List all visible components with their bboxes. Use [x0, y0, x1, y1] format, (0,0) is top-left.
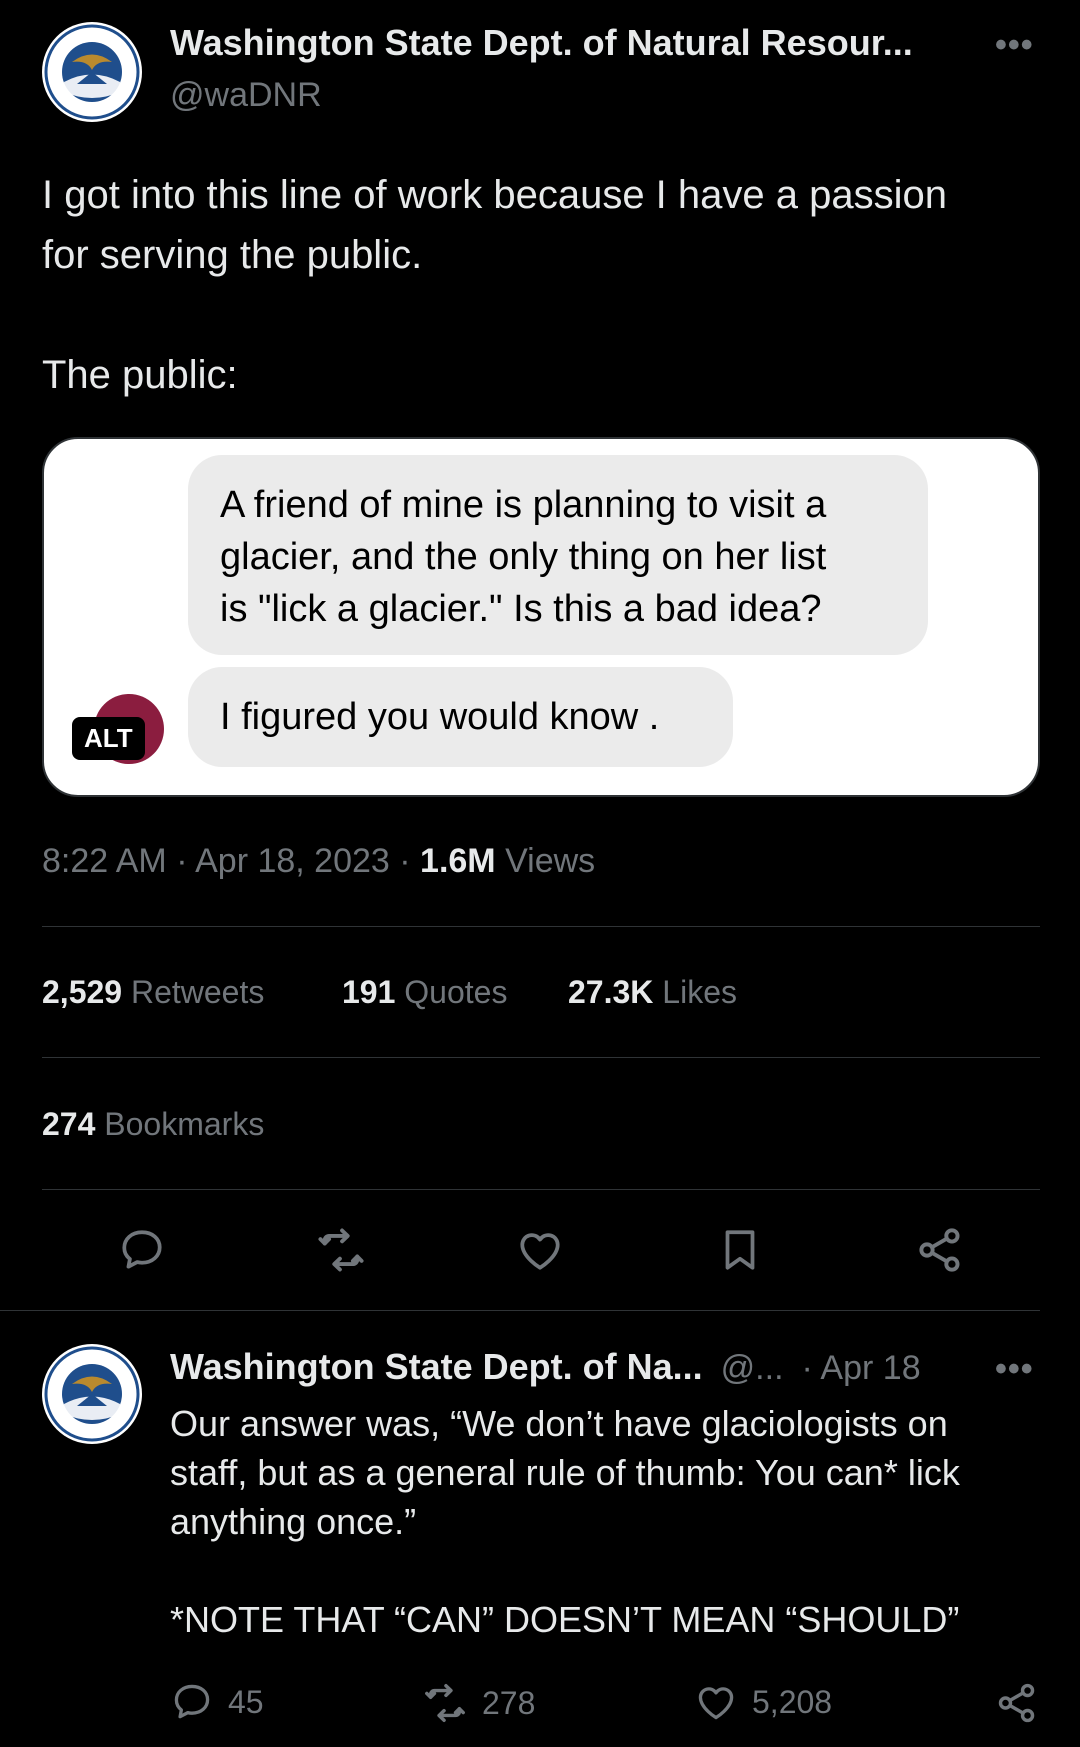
quotes-stat[interactable]: 191 Quotes: [342, 974, 507, 1011]
quotes-label: Quotes: [404, 974, 508, 1010]
like-icon: [698, 1687, 734, 1720]
views-label: Views: [505, 842, 596, 880]
divider: [42, 1189, 1040, 1190]
like-count: 5,208: [752, 1683, 833, 1720]
likes-stat[interactable]: 27.3K Likes: [568, 974, 737, 1011]
reply-icon: [174, 1684, 210, 1719]
divider: [0, 1310, 1040, 1311]
quotes-count: 191: [342, 974, 396, 1010]
divider: [42, 926, 1040, 927]
dnr-seal-logo: [43, 1345, 141, 1443]
views-count: 1.6M: [420, 842, 496, 880]
message-bubble-2: I figured you would know .: [188, 667, 733, 767]
bookmarks-label: Bookmarks: [104, 1106, 265, 1142]
retweets-label: Retweets: [130, 974, 265, 1010]
alt-badge[interactable]: ALT: [72, 717, 145, 760]
bookmarks-count: 274: [42, 1106, 96, 1142]
share-icon: [919, 1228, 960, 1272]
author-name[interactable]: Washington State Dept. of Natural Resour…: [170, 22, 913, 64]
reply-share-button[interactable]: [994, 1680, 1040, 1726]
likes-count: 27.3K: [568, 974, 654, 1010]
retweets-stat[interactable]: 2,529 Retweets: [42, 974, 264, 1011]
like-button[interactable]: [510, 1220, 570, 1280]
tweet-text: I got into this line of work because I h…: [42, 173, 947, 397]
bookmark-button[interactable]: [710, 1220, 770, 1280]
share-icon: [998, 1683, 1035, 1723]
retweet-count: 278: [482, 1684, 536, 1721]
message-bubble-1: A friend of mine is planning to visit a …: [188, 455, 928, 655]
retweets-count: 2,529: [42, 974, 123, 1010]
reply-count: 45: [228, 1683, 264, 1720]
reply-like-button[interactable]: 5,208: [694, 1680, 832, 1724]
retweet-icon: [318, 1228, 364, 1272]
tweet-date[interactable]: Apr 18, 2023: [195, 842, 390, 880]
avatar[interactable]: [42, 22, 142, 122]
retweet-icon: [425, 1684, 465, 1722]
tweet-image[interactable]: A friend of mine is planning to visit a …: [42, 437, 1040, 797]
like-icon: [520, 1233, 560, 1270]
reply-handle[interactable]: @...: [721, 1349, 784, 1388]
bookmark-icon: [725, 1230, 755, 1270]
bookmarks-stat[interactable]: 274 Bookmarks: [42, 1106, 264, 1143]
dnr-seal-logo: [43, 23, 141, 121]
more-options-icon[interactable]: •••: [995, 26, 1034, 65]
reply-date[interactable]: · Apr 18: [802, 1349, 921, 1388]
likes-label: Likes: [662, 974, 737, 1010]
reply-more-options-icon[interactable]: •••: [995, 1350, 1034, 1389]
tweet-time[interactable]: 8:22 AM: [42, 842, 167, 880]
reply-author-name[interactable]: Washington State Dept. of Na...: [170, 1346, 703, 1388]
retweet-button[interactable]: [311, 1220, 371, 1280]
reply-button[interactable]: [112, 1220, 172, 1280]
share-button[interactable]: [910, 1220, 970, 1280]
divider: [42, 1057, 1040, 1058]
reply-retweet-button[interactable]: 278: [422, 1680, 535, 1726]
reply-header: Washington State Dept. of Na... @... · A…: [170, 1346, 921, 1388]
reply-reply-button[interactable]: 45: [170, 1680, 264, 1724]
tweet-meta: 8:22 AM · Apr 18, 2023 · 1.6M Views: [42, 842, 596, 880]
reply-text: Our answer was, “We don’t have glaciolog…: [170, 1403, 960, 1640]
reply-icon: [122, 1230, 162, 1269]
author-handle[interactable]: @waDNR: [170, 76, 322, 115]
reply-avatar[interactable]: [42, 1344, 142, 1444]
